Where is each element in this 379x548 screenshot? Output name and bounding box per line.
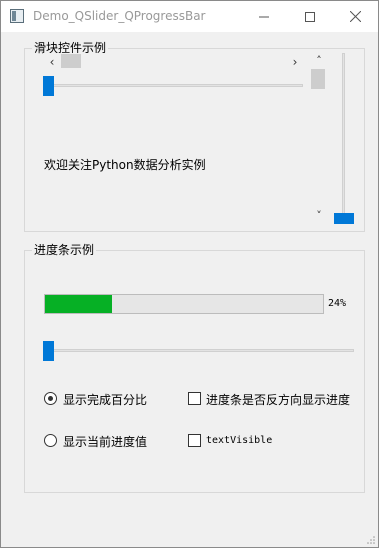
progress-bar xyxy=(44,294,324,314)
horizontal-slider-handle[interactable] xyxy=(43,76,54,96)
inverted-label[interactable]: 进度条是否反方向显示进度 xyxy=(206,391,350,408)
horizontal-scrollbar-thumb[interactable] xyxy=(61,54,81,68)
minimize-icon xyxy=(259,16,269,17)
title-bar[interactable]: Demo_QSlider_QProgressBar xyxy=(1,1,378,32)
radio-checked-dot xyxy=(48,396,53,401)
show-value-label[interactable]: 显示当前进度值 xyxy=(63,433,147,450)
scroll-left-arrow-icon[interactable]: ‹ xyxy=(43,53,61,71)
progress-group-title: 进度条示例 xyxy=(32,243,97,257)
inverted-checkbox[interactable] xyxy=(188,392,201,405)
app-icon xyxy=(10,9,24,23)
resize-grip-icon[interactable] xyxy=(366,535,376,545)
window-title: Demo_QSlider_QProgressBar xyxy=(33,9,206,23)
progress-bar-fill xyxy=(45,295,112,313)
horizontal-slider-track[interactable] xyxy=(49,84,303,87)
scroll-up-arrow-icon[interactable]: ˄ xyxy=(310,52,328,68)
scroll-right-arrow-icon[interactable]: › xyxy=(286,53,304,71)
horizontal-scrollbar[interactable]: ‹ › xyxy=(43,53,304,71)
maximize-icon xyxy=(305,11,315,22)
vertical-scrollbar-thumb[interactable] xyxy=(311,69,325,89)
progress-bar-text: 24% xyxy=(328,298,347,309)
show-percent-label[interactable]: 显示完成百分比 xyxy=(63,391,147,408)
progress-slider-handle[interactable] xyxy=(43,341,54,361)
vertical-slider-handle[interactable] xyxy=(334,213,354,224)
close-icon xyxy=(349,11,361,22)
progress-slider-track[interactable] xyxy=(49,349,354,352)
scroll-down-arrow-icon[interactable]: ˅ xyxy=(310,207,328,223)
show-value-radio[interactable] xyxy=(44,434,57,447)
text-visible-label[interactable]: textVisible xyxy=(206,435,272,446)
maximize-button[interactable] xyxy=(287,1,333,32)
welcome-label: 欢迎关注Python数据分析实例 xyxy=(44,158,206,172)
progress-groupbox xyxy=(24,250,365,493)
close-button[interactable] xyxy=(332,1,378,32)
vertical-scrollbar[interactable]: ˄ ˅ xyxy=(310,52,328,223)
main-window: Demo_QSlider_QProgressBar 滑块控件示例 ‹ › 欢迎关… xyxy=(0,0,379,548)
show-percent-radio[interactable] xyxy=(44,392,57,405)
minimize-button[interactable] xyxy=(241,1,287,32)
vertical-slider-track[interactable] xyxy=(342,53,345,220)
text-visible-checkbox[interactable] xyxy=(188,434,201,447)
